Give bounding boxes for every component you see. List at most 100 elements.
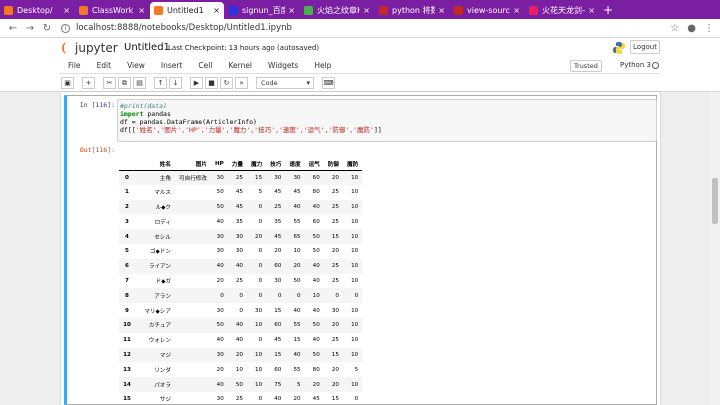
tab-close-icon[interactable]: × [63, 6, 70, 15]
code-editor[interactable]: #print(data) import pandas df = pandas.D… [117, 99, 657, 142]
table-cell: 65 [293, 233, 301, 240]
tab-close-icon[interactable]: × [438, 6, 445, 15]
notebook-page: In [116]: #print(data) import pandas df … [61, 92, 660, 405]
info-icon[interactable]: i [61, 23, 70, 33]
tab-close-icon[interactable]: × [363, 6, 370, 15]
column-header: 速度 [285, 158, 305, 171]
table-cell: 30 [274, 277, 282, 284]
table-cell: 10 [255, 351, 263, 358]
move-down-icon[interactable]: ↓ [169, 77, 182, 89]
table-cell: 60 [312, 174, 320, 181]
table-row: 7 ド◆ガ 20 25 0 30 50 40 25 10 [119, 274, 362, 289]
menu-item[interactable]: File [60, 61, 89, 70]
tab-close-icon[interactable]: × [288, 6, 295, 15]
reload-icon[interactable]: ↻ [40, 23, 54, 34]
url-field[interactable]: i localhost:8888/notebooks/Desktop/Untit… [61, 23, 670, 33]
table-cell: 10 [351, 263, 359, 270]
table-cell: 40 [274, 396, 282, 403]
insert-cell-icon[interactable]: + [82, 77, 95, 89]
cut-icon[interactable]: ✂ [103, 77, 116, 89]
jupyter-logo[interactable]: jupyter [62, 41, 118, 55]
row-index: 9 [125, 307, 129, 314]
browser-tab[interactable]: view-source:× [450, 2, 524, 19]
row-index: 10 [123, 322, 131, 329]
stop-icon[interactable]: ■ [205, 77, 218, 89]
restart-run-all-icon[interactable]: » [235, 77, 248, 89]
browser-tab[interactable]: 火花天龙剑— × [525, 2, 599, 19]
table-cell [175, 303, 211, 318]
table-cell: 40 [235, 263, 243, 270]
column-header: 魔防 [342, 158, 363, 171]
browser-tab[interactable]: Desktop/ × [0, 2, 74, 19]
tab-close-icon[interactable]: × [138, 6, 145, 15]
table-cell: 40 [216, 218, 224, 225]
new-tab-icon[interactable]: + [600, 2, 616, 19]
tab-favicon-icon [529, 6, 538, 15]
profile-icon[interactable]: ● [687, 23, 696, 34]
table-row: 3 ロディ 40 35 0 35 55 60 25 10 [119, 214, 362, 229]
tab-close-icon[interactable]: × [588, 6, 595, 15]
scrollbar-thumb[interactable] [712, 178, 718, 224]
table-cell: 40 [293, 203, 301, 210]
table-cell: 50 [216, 189, 224, 196]
cell-type-select[interactable]: Code [256, 77, 314, 89]
table-cell: 40 [293, 351, 301, 358]
forward-icon[interactable]: → [23, 23, 37, 34]
save-icon[interactable]: ▣ [61, 77, 74, 89]
jupyter-logo-text: jupyter [75, 41, 118, 55]
table-cell: 15 [331, 233, 339, 240]
table-cell: 0 [258, 396, 263, 403]
tab-title: view-source: [467, 6, 510, 15]
browser-tab[interactable]: python 将数 × [375, 2, 449, 19]
table-row: 6 ライアン 40 40 0 60 20 40 25 10 [119, 258, 363, 274]
table-cell: 50 [216, 322, 224, 329]
tab-favicon-icon [79, 6, 88, 15]
menu-item[interactable]: Cell [190, 61, 220, 70]
table-cell: 25 [235, 277, 243, 284]
table-cell: 10 [351, 337, 359, 344]
table-cell: 30 [216, 233, 224, 240]
row-index: 15 [123, 396, 131, 403]
vertical-scrollbar[interactable] [710, 92, 720, 405]
command-palette-icon[interactable]: ⌨ [322, 77, 335, 89]
move-up-icon[interactable]: ↑ [154, 77, 167, 89]
table-cell: 60 [274, 366, 282, 373]
trusted-indicator[interactable]: Trusted [570, 60, 602, 72]
menu-item[interactable]: Kernel [220, 61, 260, 70]
table-cell: 30 [255, 307, 263, 314]
code-cell[interactable]: In [116]: #print(data) import pandas df … [64, 95, 657, 405]
table-cell: 30 [235, 233, 243, 240]
menu-dots-icon[interactable]: ⋮ [704, 23, 714, 34]
restart-icon[interactable]: ↻ [220, 77, 233, 89]
table-cell: 25 [235, 396, 243, 403]
browser-tab[interactable]: signun_百度搜× [225, 2, 299, 19]
bookmark-star-icon[interactable]: ☆ [670, 23, 679, 34]
menu-item[interactable]: Edit [89, 61, 120, 70]
menu-item[interactable]: View [119, 61, 153, 70]
tab-favicon-icon [229, 6, 238, 15]
back-icon[interactable]: ← [6, 23, 20, 34]
menu-item[interactable]: Widgets [260, 61, 306, 70]
table-cell: リンダ [154, 367, 171, 374]
output-prompt: Out[116]: [79, 146, 115, 154]
menu-item[interactable]: Help [306, 61, 339, 70]
table-cell: アラン [154, 293, 171, 300]
notebook-title[interactable]: Untitled1 [124, 42, 170, 53]
paste-icon[interactable]: ▤ [133, 77, 146, 89]
code-comment: #print(data) [120, 102, 167, 110]
run-icon[interactable]: ▶ [190, 77, 203, 89]
table-cell: 10 [351, 233, 359, 240]
browser-tab[interactable]: Untitled1 × [150, 2, 224, 19]
row-index: 2 [125, 203, 129, 210]
address-bar: ← → ↻ i localhost:8888/notebooks/Desktop… [0, 19, 720, 38]
copy-icon[interactable]: ⧉ [118, 77, 131, 89]
column-header: 运气 [304, 158, 324, 171]
table-cell: 20 [216, 366, 224, 373]
tab-title: 火焰之纹章H [317, 6, 361, 15]
menu-item[interactable]: Insert [153, 61, 191, 70]
tab-close-icon[interactable]: × [213, 6, 220, 15]
tab-close-icon[interactable]: × [513, 6, 520, 15]
browser-tab[interactable]: ClassWork × [75, 2, 149, 19]
browser-tab[interactable]: 火焰之纹章H × [300, 2, 374, 19]
logout-button[interactable]: Logout [630, 40, 660, 54]
